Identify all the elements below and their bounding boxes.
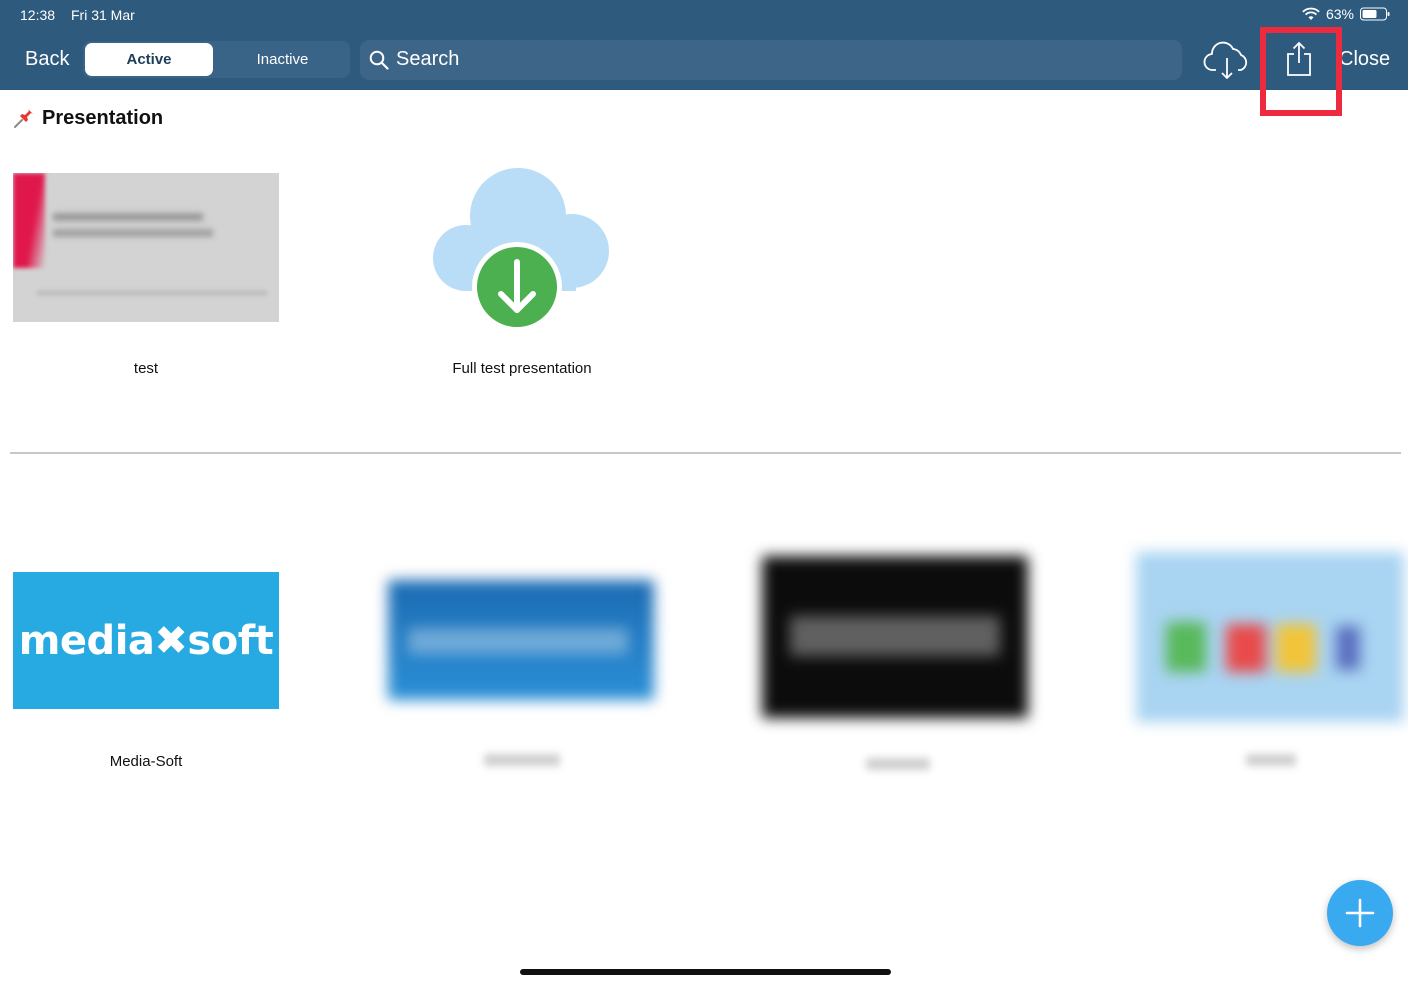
presentation-label[interactable]: Full test presentation [400,360,644,377]
status-indicators: 63% [1302,6,1390,22]
status-date: Fri 31 Mar [71,7,135,23]
blurred-thumbnail[interactable] [1136,552,1404,722]
back-button[interactable]: Back [25,48,69,71]
blurred-label [484,754,560,766]
blurred-logo [408,628,628,654]
blurred-shape [1336,626,1360,670]
cloud-download-thumbnail-icon[interactable] [432,166,610,330]
media-soft-thumbnail[interactable]: media✖soft [13,572,279,709]
blurred-shape [1276,624,1316,672]
blurred-thumbnail[interactable] [762,556,1028,718]
presentation-label[interactable]: test [13,360,279,377]
add-button[interactable] [1327,880,1393,946]
section-header: Presentation [12,106,163,130]
top-toolbar: 12:38 Fri 31 Mar 63% Back Active Inactiv… [0,0,1408,90]
blurred-shape [1226,624,1266,672]
share-icon[interactable] [1283,40,1315,78]
battery-percent: 63% [1325,6,1354,22]
media-label[interactable]: Media-Soft [13,753,279,770]
blurred-text [53,229,213,237]
search-icon [369,50,389,70]
home-indicator[interactable] [520,969,891,975]
battery-icon [1360,7,1390,21]
segment-active[interactable]: Active [85,43,213,76]
cloud-download-icon[interactable] [1203,38,1251,82]
blurred-label [1246,754,1296,766]
segment-inactive[interactable]: Inactive [217,43,348,76]
search-bar[interactable]: Search [360,40,1182,80]
plus-icon [1345,898,1375,928]
blurred-text [53,213,203,221]
media-soft-logo: media✖soft [18,617,274,664]
close-button[interactable]: Close [1339,48,1390,71]
blurred-text [37,291,267,295]
blurred-logo [790,616,1000,656]
presentation-thumbnail-test[interactable] [13,173,279,322]
pushpin-icon [14,109,33,128]
section-divider [10,452,1401,454]
status-time: 12:38 [20,7,56,23]
section-title: Presentation [42,106,164,129]
blurred-thumbnail[interactable] [388,580,654,700]
thumbnail-accent [13,173,45,268]
active-inactive-segmented-control: Active Inactive [83,41,350,78]
blurred-shape [1166,622,1206,672]
blurred-label [866,758,930,770]
wifi-icon [1302,7,1320,20]
search-placeholder: Search [396,48,460,70]
